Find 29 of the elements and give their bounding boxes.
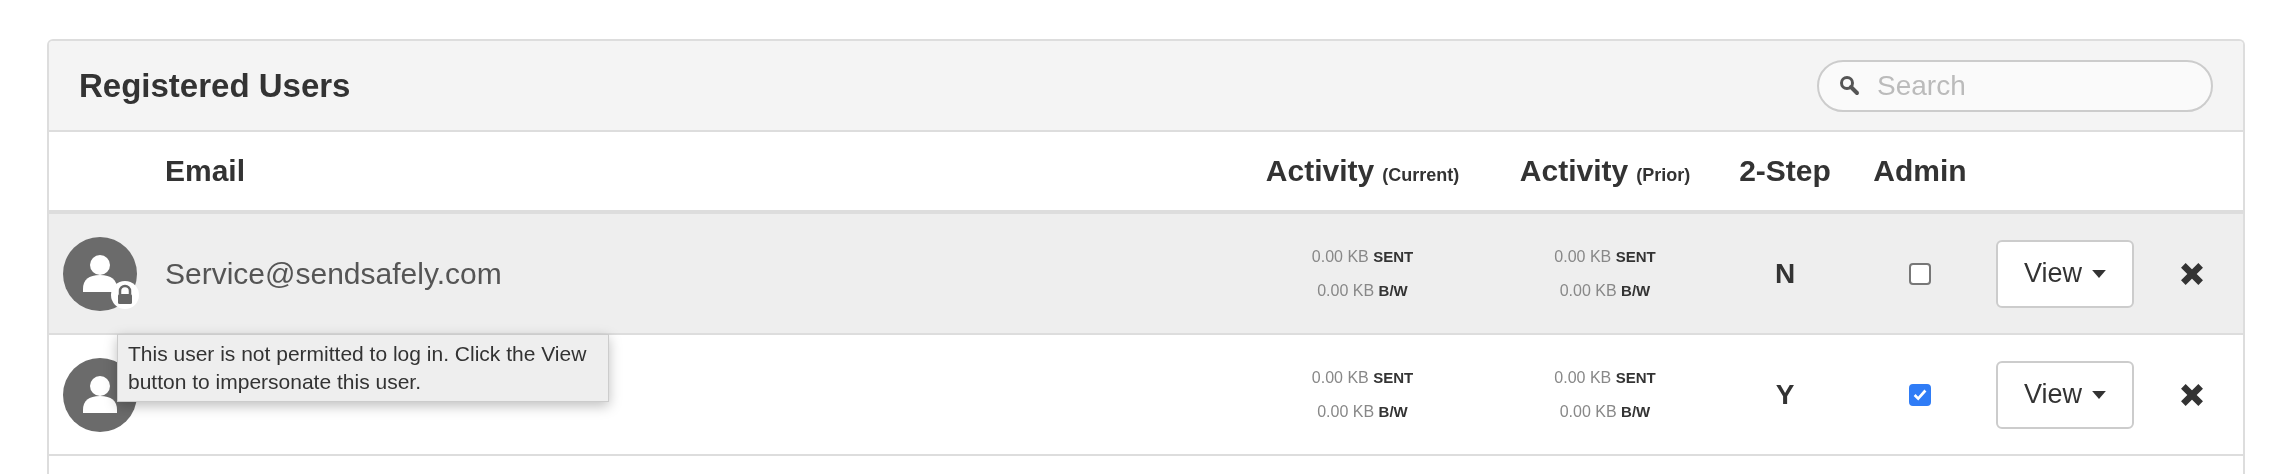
activity-stat: 0.00 KB SENT — [1311, 368, 1414, 387]
activity-stat: 0.00 KB SENT — [1554, 247, 1656, 266]
admin-checkbox[interactable] — [1909, 383, 1931, 406]
two-step-value: Y — [1775, 378, 1795, 411]
x-icon[interactable] — [2178, 381, 2205, 408]
column-header: Admin — [1873, 154, 1967, 187]
activity-stat: 0.00 KB B/W — [1317, 281, 1408, 300]
column-header: Email — [165, 154, 246, 187]
activity-stat: 0.00 KB SENT — [1311, 247, 1414, 266]
panel-title: Registered Users — [79, 66, 351, 105]
two-step-value: N — [1774, 257, 1796, 290]
column-note: (Prior) — [1636, 165, 1691, 185]
activity-stat: 0.00 KB B/W — [1559, 281, 1651, 300]
view-button[interactable]: View — [1996, 360, 2134, 429]
search-field[interactable]: Search — [1817, 59, 2213, 112]
caret-icon — [2092, 269, 2106, 278]
caret-icon — [2092, 390, 2106, 399]
x-icon[interactable] — [2178, 260, 2205, 287]
column-header: Activity — [1265, 154, 1375, 187]
activity-stat: 0.00 KB B/W — [1559, 402, 1651, 421]
activity-stat: 0.00 KB SENT — [1554, 368, 1656, 387]
column-header: 2-Step — [1739, 154, 1831, 187]
view-button[interactable]: View — [1996, 239, 2134, 308]
tooltip: This user is not permitted to log in. Click the View button to impersonate this user. — [117, 334, 609, 402]
admin-checkbox[interactable] — [1909, 262, 1931, 285]
activity-stat: 0.00 KB B/W — [1317, 402, 1408, 421]
column-note: (Current) — [1382, 165, 1460, 185]
user-email: Service@sendsafely.com — [165, 256, 502, 290]
column-header: Activity — [1519, 154, 1629, 187]
